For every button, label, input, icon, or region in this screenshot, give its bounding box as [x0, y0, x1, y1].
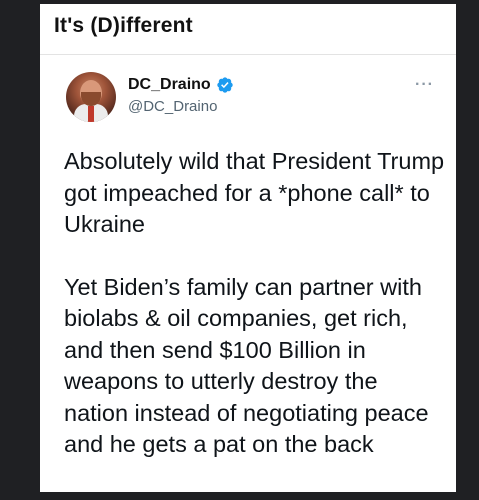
post-paragraph: Absolutely wild that President Trump got…	[64, 148, 445, 237]
author-handle[interactable]: @DC_Draino	[128, 98, 217, 115]
header-divider	[40, 54, 456, 55]
more-options-icon[interactable]: ···	[415, 76, 434, 94]
verified-badge-icon	[216, 76, 234, 94]
screenshot-frame: It's (D)ifferent DC_Draino @DC_Draino ··…	[0, 0, 479, 500]
post-title: It's (D)ifferent	[54, 14, 193, 37]
avatar[interactable]	[66, 72, 116, 122]
author-name-row[interactable]: DC_Draino	[128, 76, 234, 94]
author-display-name[interactable]: DC_Draino	[128, 76, 211, 94]
avatar-tie	[88, 106, 94, 122]
post-paragraph: Yet Biden’s family can partner with biol…	[64, 273, 429, 458]
post-card: It's (D)ifferent DC_Draino @DC_Draino ··…	[40, 4, 456, 492]
post-body: Absolutely wild that President Trump got…	[64, 146, 448, 461]
